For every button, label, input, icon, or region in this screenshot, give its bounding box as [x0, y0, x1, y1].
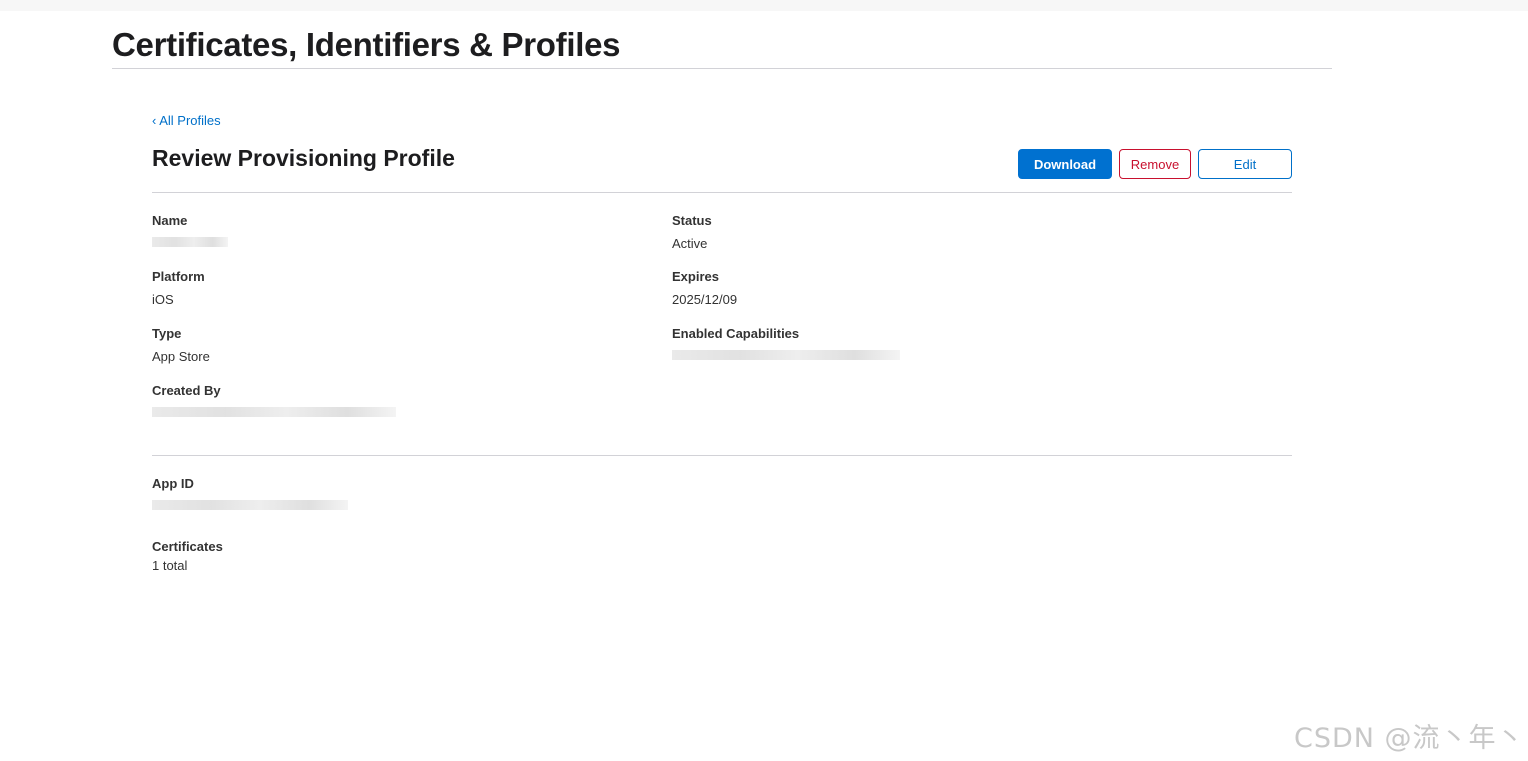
platform-label: Platform — [152, 269, 205, 284]
page-title: Certificates, Identifiers & Profiles — [112, 26, 621, 63]
expires-field: Expires 2025/12/09 — [672, 269, 1152, 308]
top-browser-bar — [0, 0, 1528, 11]
type-value: App Store — [152, 349, 210, 364]
app-id-value-redacted — [152, 500, 348, 510]
edit-button[interactable]: Edit — [1198, 149, 1292, 179]
all-profiles-back-link[interactable]: ‹ All Profiles — [152, 113, 221, 128]
enabled-capabilities-field: Enabled Capabilities — [672, 326, 1152, 360]
created-by-field: Created By — [152, 383, 632, 417]
type-label: Type — [152, 326, 182, 341]
section-title: Review Provisioning Profile — [152, 145, 455, 171]
title-divider — [112, 68, 1332, 69]
certificates-field: Certificates 1 total — [152, 539, 632, 574]
type-field: Type App Store — [152, 326, 632, 365]
app-id-field: App ID — [152, 476, 632, 510]
status-field: Status Active — [672, 213, 1152, 252]
section-divider — [152, 192, 1292, 193]
certificates-label: Certificates — [152, 539, 223, 554]
download-button[interactable]: Download — [1018, 149, 1112, 179]
status-label: Status — [672, 213, 712, 228]
enabled-capabilities-label: Enabled Capabilities — [672, 326, 800, 341]
expires-value: 2025/12/09 — [672, 292, 738, 307]
name-field: Name — [152, 213, 632, 247]
platform-field: Platform iOS — [152, 269, 632, 308]
app-id-label: App ID — [152, 476, 194, 491]
watermark: CSDN @流丶年丶 — [1294, 723, 1525, 754]
remove-button[interactable]: Remove — [1119, 149, 1191, 179]
created-by-label: Created By — [152, 383, 221, 398]
name-label: Name — [152, 213, 188, 228]
status-value: Active — [672, 236, 708, 251]
enabled-capabilities-value-redacted — [672, 350, 900, 360]
platform-value: iOS — [152, 292, 174, 307]
name-value-redacted — [152, 237, 228, 247]
section-divider — [152, 455, 1292, 456]
expires-label: Expires — [672, 269, 719, 284]
created-by-value-redacted — [152, 407, 396, 417]
certificates-value: 1 total — [152, 558, 188, 573]
